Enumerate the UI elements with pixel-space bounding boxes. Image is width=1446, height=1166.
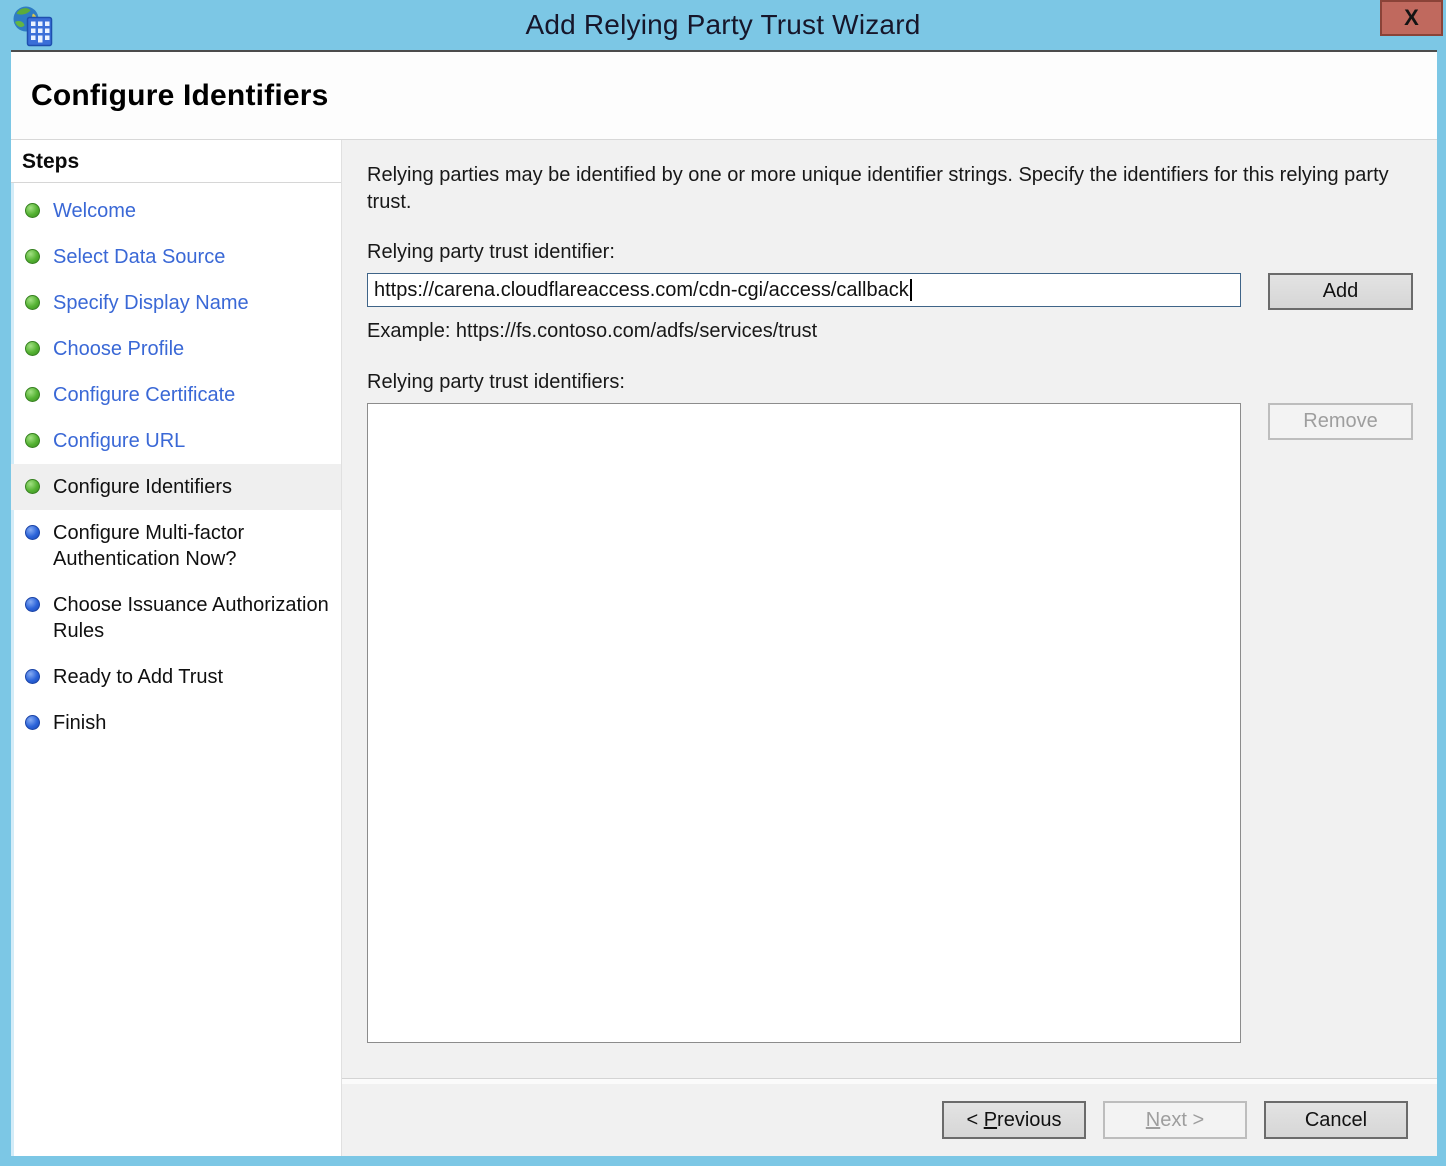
previous-label-prefix: < [966,1109,983,1132]
identifiers-list-label: Relying party trust identifiers: [367,371,1413,394]
wizard-window: Add Relying Party Trust Wizard X Configu… [0,0,1446,1166]
green-dot-step-icon [25,249,40,264]
steps-sidebar: Steps Welcome Select Data Source Specify D… [11,140,342,1156]
sidebar-item-configure-identifiers: Configure Identifiers [11,464,341,510]
sidebar-item-choose-profile[interactable]: Choose Profile [11,326,341,372]
green-dot-step-icon [25,295,40,310]
title-bar: Add Relying Party Trust Wizard X [0,0,1446,50]
add-button[interactable]: Add [1268,273,1413,310]
relying-party-identifier-input[interactable]: https://carena.cloudflareaccess.com/cdn-… [367,273,1241,307]
wizard-frame: Configure Identifiers Steps Welcome Selec… [11,50,1437,1156]
green-dot-step-icon [25,479,40,494]
identifier-input-value: https://carena.cloudflareaccess.com/cdn-… [374,279,909,302]
next-label-accesskey: N [1146,1109,1160,1132]
green-dot-step-icon [25,341,40,356]
step-label: Configure Certificate [53,382,235,408]
sidebar-item-configure-url[interactable]: Configure URL [11,418,341,464]
previous-button[interactable]: < Previous [942,1101,1086,1139]
sidebar-item-select-data-source[interactable]: Select Data Source [11,234,341,280]
main-pane: Relying parties may be identified by one… [342,140,1437,1156]
close-icon: X [1404,7,1419,29]
add-button-label: Add [1323,280,1359,303]
step-label: Finish [53,710,106,736]
sidebar-item-configure-multi-factor-authentication-now: Configure Multi-factor Authentication No… [11,510,341,582]
adfs-app-icon [12,4,54,48]
blue-dot-step-icon [25,715,40,730]
cancel-button-label: Cancel [1305,1109,1367,1132]
identifier-field-label: Relying party trust identifier: [367,241,1413,264]
window-title: Add Relying Party Trust Wizard [0,0,1446,50]
step-label: Choose Issuance Authorization Rules [53,592,331,644]
footer-button-bar: < Previous Next > Cancel [342,1084,1437,1156]
step-label: Configure Identifiers [53,474,232,500]
remove-button-label: Remove [1303,410,1377,433]
green-dot-step-icon [25,203,40,218]
main-content: Relying parties may be identified by one… [342,140,1437,1078]
blue-dot-step-icon [25,669,40,684]
next-label-rest: ext [1160,1109,1187,1132]
cancel-button[interactable]: Cancel [1264,1101,1408,1139]
green-dot-step-icon [25,433,40,448]
steps-list: Welcome Select Data Source Specify Display… [11,183,341,1156]
step-label: Select Data Source [53,244,225,270]
steps-heading: Steps [11,140,341,183]
page-header: Configure Identifiers [11,52,1437,140]
step-label: Choose Profile [53,336,184,362]
step-label: Specify Display Name [53,290,249,316]
next-button[interactable]: Next > [1103,1101,1247,1139]
sidebar-item-configure-certificate[interactable]: Configure Certificate [11,372,341,418]
page-title: Configure Identifiers [31,79,329,113]
example-text: Example: https://fs.contoso.com/adfs/ser… [367,320,1413,343]
intro-text: Relying parties may be identified by one… [367,162,1407,216]
previous-label-rest: revious [997,1109,1061,1132]
green-dot-step-icon [25,387,40,402]
text-caret [910,279,912,301]
step-label: Welcome [53,198,136,224]
previous-label-accesskey: P [984,1109,997,1132]
remove-button[interactable]: Remove [1268,403,1413,440]
sidebar-item-welcome[interactable]: Welcome [11,188,341,234]
blue-dot-step-icon [25,597,40,612]
next-label-suffix: > [1187,1109,1204,1132]
step-label: Ready to Add Trust [53,664,223,690]
step-label: Configure URL [53,428,185,454]
close-button[interactable]: X [1380,0,1443,36]
sidebar-item-ready-to-add-trust: Ready to Add Trust [11,654,341,700]
identifiers-listbox[interactable] [367,403,1241,1043]
sidebar-item-specify-display-name[interactable]: Specify Display Name [11,280,341,326]
sidebar-item-finish: Finish [11,700,341,746]
step-label: Configure Multi-factor Authentication No… [53,520,331,572]
sidebar-item-choose-issuance-authorization-rules: Choose Issuance Authorization Rules [11,582,341,654]
blue-dot-step-icon [25,525,40,540]
